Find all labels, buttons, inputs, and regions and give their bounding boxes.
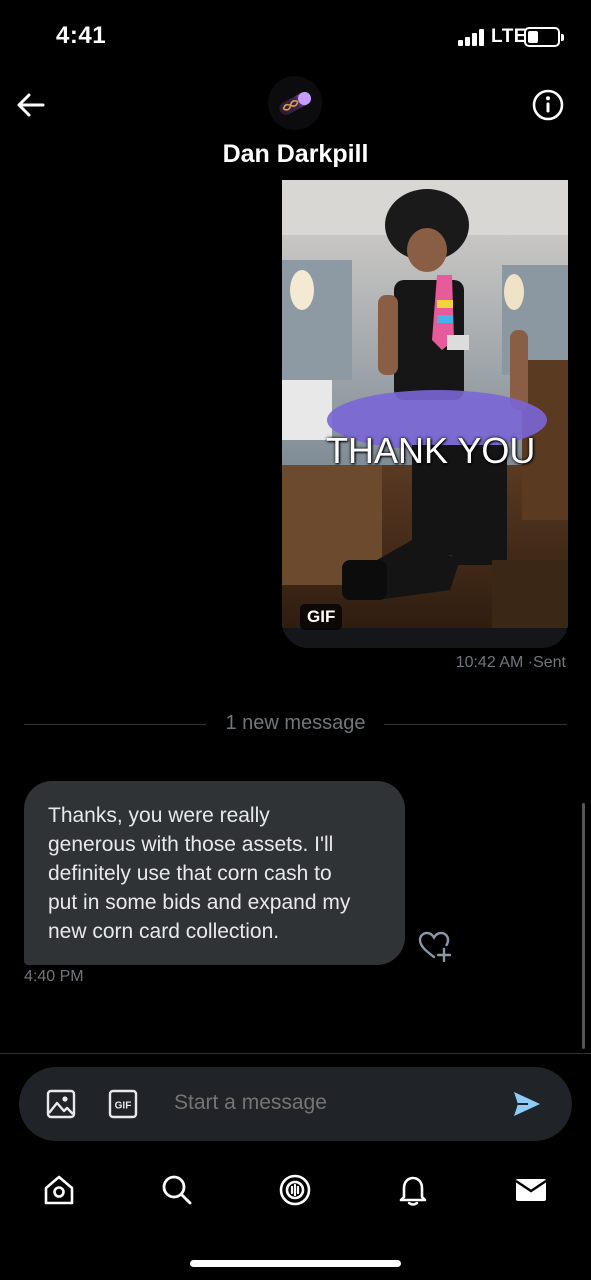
status-time: 4:41 <box>56 22 107 49</box>
message-line: put in some bids and expand my <box>48 891 351 914</box>
tab-home[interactable] <box>41 1172 77 1208</box>
message-line: definitely use that corn cash to <box>48 862 332 885</box>
heart-plus-icon <box>418 931 452 963</box>
battery-icon <box>524 27 564 47</box>
composer-divider <box>0 1053 591 1054</box>
sent-status: Sent <box>533 654 566 671</box>
arrow-left-icon <box>17 93 45 117</box>
add-gif-button[interactable]: GIF <box>108 1089 138 1119</box>
send-icon <box>514 1092 540 1116</box>
gif-icon: GIF <box>108 1089 138 1119</box>
tab-bar <box>0 1168 591 1218</box>
tab-notifications[interactable] <box>395 1172 431 1208</box>
info-button[interactable] <box>531 88 565 122</box>
gif-thumbnail[interactable] <box>282 180 568 628</box>
sent-meta: 10:42 AM ·Sent <box>456 654 566 672</box>
avatar[interactable] <box>268 76 322 130</box>
received-time: 4:40 PM <box>24 968 84 985</box>
gif-badge: GIF <box>300 604 343 630</box>
message-input[interactable] <box>174 1091 474 1115</box>
image-icon <box>46 1089 76 1119</box>
sent-gif-message[interactable]: THANK YOU GIF <box>282 180 568 648</box>
signal-icon <box>458 28 486 46</box>
network-type: LTE <box>491 26 527 47</box>
back-button[interactable] <box>14 88 48 122</box>
add-image-button[interactable] <box>46 1089 76 1119</box>
divider-line-right <box>384 724 567 725</box>
sent-time: 10:42 AM <box>455 654 524 671</box>
mail-icon <box>515 1179 547 1201</box>
home-icon <box>44 1175 74 1205</box>
tab-messages[interactable] <box>513 1172 549 1208</box>
new-message-divider: 1 new message <box>24 712 567 736</box>
gif-icon-text: GIF <box>115 1101 132 1112</box>
conversation-header: Dan Darkpill <box>0 76 591 176</box>
message-line: generous with those assets. I'll <box>48 833 334 856</box>
send-button[interactable] <box>512 1090 542 1118</box>
battery-level <box>528 31 538 43</box>
react-button[interactable] <box>418 930 452 963</box>
info-circle-icon <box>532 89 564 121</box>
message-composer: GIF <box>19 1067 572 1141</box>
scrollbar[interactable] <box>582 803 585 1049</box>
search-icon <box>162 1175 192 1205</box>
avatar-pill-icon <box>279 92 312 115</box>
spaces-icon <box>279 1174 311 1206</box>
status-bar: 4:41 LTE <box>0 0 591 76</box>
tab-spaces[interactable] <box>277 1172 313 1208</box>
message-line: Thanks, you were really <box>48 804 270 827</box>
gif-caption: THANK YOU <box>326 430 536 471</box>
message-line: new corn card collection. <box>48 920 280 943</box>
contact-name[interactable]: Dan Darkpill <box>0 140 591 169</box>
home-indicator[interactable] <box>190 1260 401 1267</box>
bell-icon <box>399 1176 427 1206</box>
tab-search[interactable] <box>159 1172 195 1208</box>
received-message[interactable]: Thanks, you were really generous with th… <box>24 781 405 965</box>
